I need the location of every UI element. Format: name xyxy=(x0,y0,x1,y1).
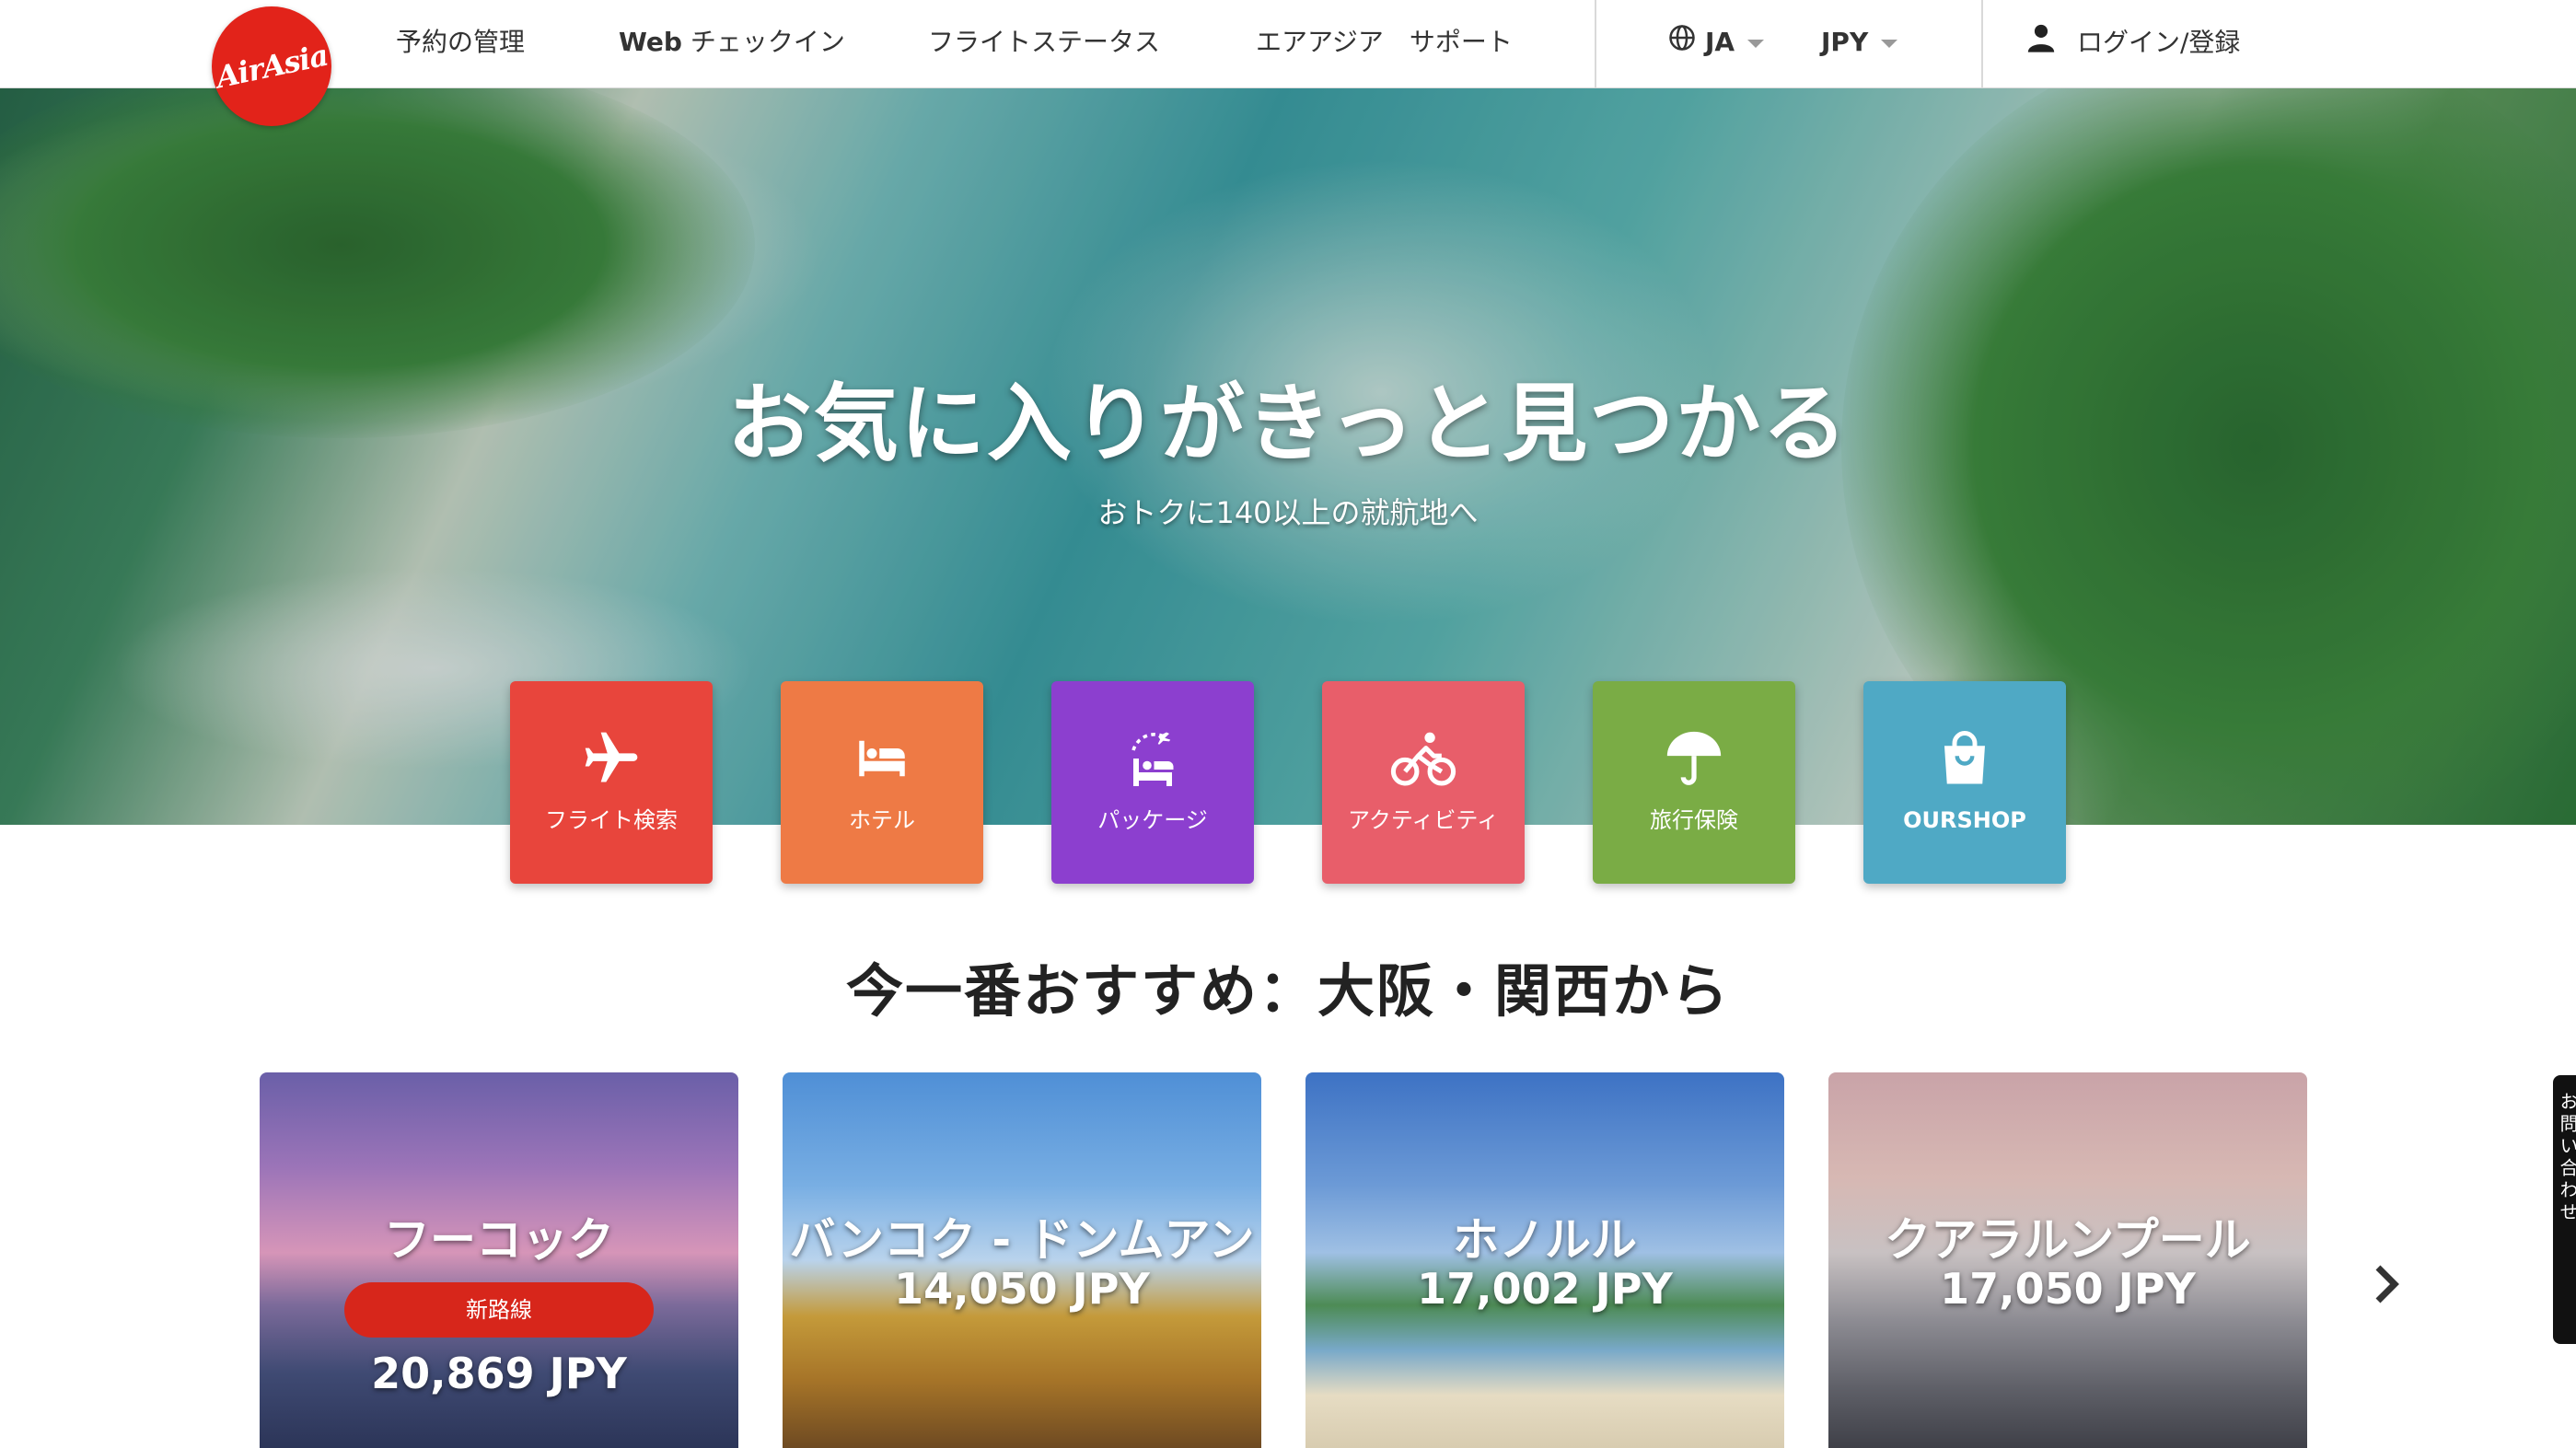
tile-travel-insurance[interactable]: 旅行保険 xyxy=(1593,681,1795,884)
tile-ourshop[interactable]: OURSHOP xyxy=(1863,681,2066,884)
tile-label: OURSHOP xyxy=(1903,807,2026,833)
nav-manage-booking[interactable]: 予約の管理 xyxy=(396,22,525,63)
side-feedback-tab[interactable]: お問い合わせ xyxy=(2553,1075,2576,1344)
hero-banner: お気に入りがきっと見つかる おトクに140以上の就航地へ xyxy=(0,88,2576,825)
logo-text: AirAsia xyxy=(213,37,331,96)
tile-label: パッケージ xyxy=(1097,807,1208,833)
destination-price: 17,050 JPY xyxy=(1940,1264,2196,1314)
globe-icon xyxy=(1668,23,1696,64)
destination-price: 20,869 JPY xyxy=(371,1349,627,1398)
tile-label: アクティビティ xyxy=(1348,807,1499,833)
nav-web-checkin-label: チェックイン xyxy=(690,27,845,57)
tile-flight-search[interactable]: フライト検索 xyxy=(510,681,713,884)
hero-subtitle: おトクに140以上の就航地へ xyxy=(1097,495,1479,530)
tile-activities[interactable]: アクティビティ xyxy=(1322,681,1525,884)
tile-label: ホテル xyxy=(849,807,915,833)
side-tab-label: お問い合わせ xyxy=(2557,1092,2576,1224)
login-label: ログイン/登録 xyxy=(2077,27,2241,58)
chevron-right-icon xyxy=(2375,1265,2399,1303)
destination-card[interactable]: ホノルル 17,002 JPY xyxy=(1305,1072,1784,1448)
tile-label: フライト検索 xyxy=(545,807,678,833)
tile-package[interactable]: パッケージ xyxy=(1051,681,1254,884)
hero-title: お気に入りがきっと見つかる xyxy=(726,375,1850,473)
nav-web-checkin[interactable]: Web チェックイン xyxy=(619,22,845,63)
airplane-icon xyxy=(510,725,713,792)
carousel-next-button[interactable] xyxy=(2364,1257,2408,1312)
nav-divider xyxy=(1981,0,1983,88)
nav-web-checkin-prefix: Web xyxy=(619,27,682,57)
destination-price: 14,050 JPY xyxy=(894,1264,1150,1314)
user-icon xyxy=(2025,22,2057,65)
tile-hotel[interactable]: ホテル xyxy=(781,681,983,884)
nav-divider xyxy=(1595,0,1596,88)
airasia-logo[interactable]: AirAsia xyxy=(212,6,331,126)
destination-card[interactable]: バンコク - ドンムアン 14,050 JPY xyxy=(783,1072,1261,1448)
nav-support[interactable]: エアアジア サポート xyxy=(1256,22,1513,63)
chevron-down-icon xyxy=(1747,39,1765,48)
section-title: 今一番おすすめ：大阪・関西から xyxy=(845,957,1730,1025)
destination-name: フーコック xyxy=(384,1213,614,1267)
shopping-bag-icon xyxy=(1863,725,2066,792)
destination-card[interactable]: クアラルンプール 17,050 JPY xyxy=(1828,1072,2307,1448)
language-value: JA xyxy=(1705,27,1735,57)
bed-icon xyxy=(781,725,983,792)
top-navigation-bar: 予約の管理 Web チェックイン フライトステータス エアアジア サポート JA… xyxy=(0,0,2576,88)
package-travel-icon xyxy=(1051,725,1254,792)
destination-name: ホノルル xyxy=(1453,1213,1637,1267)
bicycle-icon xyxy=(1322,725,1525,792)
currency-value: JPY xyxy=(1821,27,1869,57)
destination-name: バンコク - ドンムアン xyxy=(789,1213,1255,1267)
language-selector[interactable]: JA xyxy=(1668,22,1765,64)
chevron-down-icon xyxy=(1881,39,1898,48)
destination-price: 17,002 JPY xyxy=(1417,1264,1673,1314)
umbrella-icon xyxy=(1593,725,1795,792)
currency-selector[interactable]: JPY xyxy=(1821,22,1898,63)
tile-label: 旅行保険 xyxy=(1650,807,1738,833)
destination-card[interactable]: フーコック 新路線 20,869 JPY xyxy=(260,1072,738,1448)
destination-name: クアラルンプール xyxy=(1885,1213,2251,1267)
nav-flight-status[interactable]: フライトステータス xyxy=(928,22,1160,63)
new-route-badge: 新路線 xyxy=(344,1282,654,1338)
login-register-link[interactable]: ログイン/登録 xyxy=(2025,22,2240,63)
